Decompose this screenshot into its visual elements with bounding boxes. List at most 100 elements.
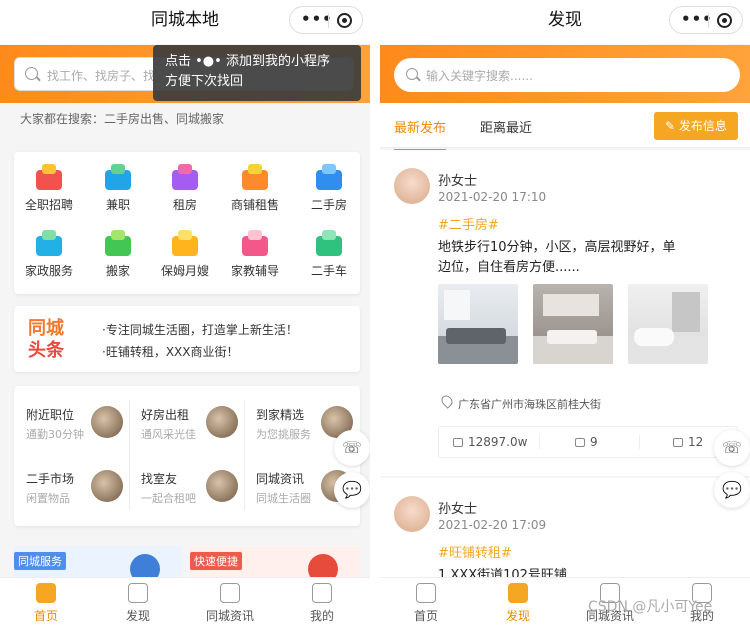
service-title: 到家精选 [256, 408, 305, 422]
post-photo[interactable] [628, 284, 708, 364]
headline-news[interactable]: 同城 头条 ·专注同城生活圈，打造掌上新生活！ ·旺铺转租，XXX商业街！ [14, 306, 360, 372]
like-stat[interactable]: 12 [673, 435, 703, 449]
service-thumbnail [91, 470, 123, 502]
category-label: 二手房 [310, 198, 347, 212]
category-icon [238, 228, 272, 258]
category-icon [101, 228, 135, 258]
post-photo[interactable] [533, 284, 613, 364]
category-item[interactable]: 保姆月嫂 [152, 228, 218, 279]
poster-name: 孙女士 [438, 174, 478, 189]
search-icon [406, 68, 418, 80]
avatar[interactable] [394, 168, 430, 204]
add-to-my-programs-tooltip[interactable]: 点击 •●• 添加到我的小程序 方便下次找回 [153, 45, 361, 101]
chat-button[interactable]: 💬 [334, 472, 370, 508]
category-item[interactable]: 家政服务 [16, 228, 82, 279]
search-banner: 输入关键字搜索...... [380, 45, 750, 103]
filter-nearest[interactable]: 距离最近 [480, 117, 532, 136]
category-item[interactable]: 全职招聘 [16, 162, 82, 213]
tab-item[interactable]: 同城资讯 [184, 578, 276, 625]
post-tag[interactable]: #二手房# [438, 214, 499, 233]
service-title: 好房出租 [141, 408, 190, 422]
tab-label: 首页 [33, 609, 58, 623]
service-item[interactable]: 好房出租 通风采光佳 [129, 386, 242, 450]
chat-button[interactable]: 💬 [714, 472, 750, 508]
post-tag[interactable]: #旺铺转租# [438, 542, 512, 561]
views-stat: 12897.0w [453, 435, 527, 449]
search-placeholder: 找工作、找房子、找 [47, 69, 156, 83]
divider [639, 435, 640, 449]
headline-logo: 同城 头条 [28, 318, 64, 362]
like-icon [673, 438, 683, 447]
publish-label: 发布信息 [678, 119, 727, 133]
search-placeholder: 输入关键字搜索...... [426, 69, 533, 83]
post-photo[interactable] [438, 284, 518, 364]
promo-banner-service[interactable]: 同城服务 [14, 546, 182, 584]
hot-search-text[interactable]: 大家都在搜索：二手房出售、同城搬家 [20, 110, 224, 127]
tooltip-line2: 方便下次找回 [165, 74, 244, 89]
tab-item[interactable]: 发现 [472, 578, 564, 625]
service-item[interactable]: 二手市场 闲置物品 [14, 450, 127, 514]
service-title: 附近职位 [26, 408, 75, 422]
mini-program-capsule[interactable]: ••• [669, 6, 743, 34]
post-stats: 12897.0w 9 12 [438, 426, 738, 458]
category-item[interactable]: 二手房 [296, 162, 362, 213]
category-label: 保姆月嫂 [160, 264, 209, 278]
tab-label: 同城资讯 [205, 609, 254, 623]
category-icon [32, 162, 66, 192]
category-item[interactable]: 家教辅导 [222, 228, 288, 279]
tab-item[interactable]: 首页 [380, 578, 472, 625]
category-item[interactable]: 二手车 [296, 228, 362, 279]
comment-stat[interactable]: 9 [575, 435, 598, 449]
home-icon [416, 583, 436, 603]
phone-button[interactable]: ☏ [714, 430, 750, 466]
tab-item[interactable]: 首页 [0, 578, 92, 625]
search-input[interactable]: 输入关键字搜索...... [394, 58, 740, 92]
post-card[interactable]: 孙女士 2021-02-20 17:09 #旺铺转租# 1 XXX街道102号旺… [380, 478, 750, 588]
headline-item[interactable]: ·旺铺转租，XXX商业街！ [102, 343, 238, 360]
category-label: 家政服务 [24, 264, 73, 278]
service-item[interactable]: 找室友 一起合租吧 [129, 450, 242, 514]
category-item[interactable]: 租房 [152, 162, 218, 213]
service-subtitle: 通风采光佳 [141, 428, 196, 441]
promo-tag: 同城服务 [14, 552, 66, 570]
service-thumbnail [206, 406, 238, 438]
promo-banner-fast[interactable]: 快速便捷 [190, 546, 360, 584]
category-icon [101, 162, 135, 192]
filter-latest[interactable]: 最新发布 [394, 117, 447, 151]
chat-icon: 💬 [342, 480, 362, 499]
publish-button[interactable]: ✎ 发布信息 [654, 112, 738, 140]
service-item[interactable]: 附近职位 通勤30分钟 [14, 386, 127, 450]
service-thumbnail [91, 406, 123, 438]
phone-icon: ☏ [341, 438, 362, 457]
tab-item[interactable]: 我的 [276, 578, 368, 625]
service-thumbnail [206, 470, 238, 502]
post-time: 2021-02-20 17:10 [438, 190, 547, 204]
category-label: 二手车 [310, 264, 347, 278]
promo-tag: 快速便捷 [190, 552, 242, 570]
category-item[interactable]: 搬家 [85, 228, 151, 279]
tab-item[interactable]: 发现 [92, 578, 184, 625]
close-program-icon[interactable] [337, 13, 352, 28]
avatar[interactable] [394, 496, 430, 532]
service-title: 同城资讯 [256, 472, 305, 486]
comment-icon [575, 438, 585, 447]
capsule-divider [328, 13, 329, 28]
category-icon [238, 162, 272, 192]
category-item[interactable]: 兼职 [85, 162, 151, 213]
discover-icon [508, 583, 528, 603]
headline-item[interactable]: ·专注同城生活圈，打造掌上新生活！ [102, 321, 298, 338]
headline-logo-line2: 头条 [28, 340, 64, 361]
like-count: 12 [688, 435, 704, 449]
phone-button[interactable]: ☏ [334, 430, 370, 466]
post-card[interactable]: 孙女士 2021-02-20 17:10 #二手房# 地铁步行10分钟，小区，高… [380, 150, 750, 476]
nav-bar: 发现 ••• [380, 0, 750, 44]
service-subtitle: 一起合租吧 [141, 492, 196, 505]
post-address[interactable]: 广东省广州市海珠区前桂大街 [458, 396, 601, 412]
nav-bar: 同城本地 ••• [0, 0, 370, 44]
category-icon [168, 228, 202, 258]
category-label: 商铺租售 [230, 198, 279, 212]
mini-program-capsule[interactable]: ••• [289, 6, 363, 34]
category-item[interactable]: 商铺租售 [222, 162, 288, 213]
close-program-icon[interactable] [717, 13, 732, 28]
watermark-text: CSDN @凡小可Yee [588, 599, 713, 615]
